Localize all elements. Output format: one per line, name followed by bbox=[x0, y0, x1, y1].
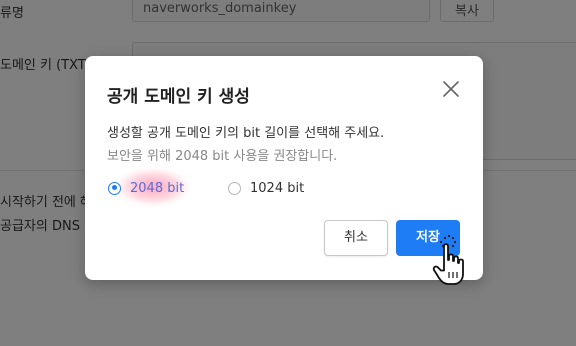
close-icon bbox=[443, 81, 459, 97]
generate-key-dialog: 공개 도메인 키 생성 생성할 공개 도메인 키의 bit 길이를 선택해 주세… bbox=[85, 56, 483, 280]
dialog-title: 공개 도메인 키 생성 bbox=[107, 87, 250, 107]
radio-label-2048: 2048 bit bbox=[130, 180, 185, 196]
dialog-description: 생성할 공개 도메인 키의 bit 길이를 선택해 주세요. bbox=[107, 126, 385, 141]
cancel-button[interactable]: 취소 bbox=[324, 220, 388, 256]
radio-button-checked[interactable] bbox=[108, 181, 121, 195]
radio-option-1024[interactable]: 1024 bit bbox=[228, 178, 304, 198]
radio-label-1024: 1024 bit bbox=[250, 180, 305, 196]
close-button[interactable] bbox=[440, 78, 462, 100]
radio-button-unchecked[interactable] bbox=[228, 181, 241, 195]
radio-option-2048[interactable]: 2048 bit bbox=[108, 178, 184, 198]
dialog-recommendation: 보안을 위해 2048 bit 사용을 권장합니다. bbox=[107, 149, 338, 164]
save-button[interactable]: 저장 bbox=[396, 220, 460, 256]
